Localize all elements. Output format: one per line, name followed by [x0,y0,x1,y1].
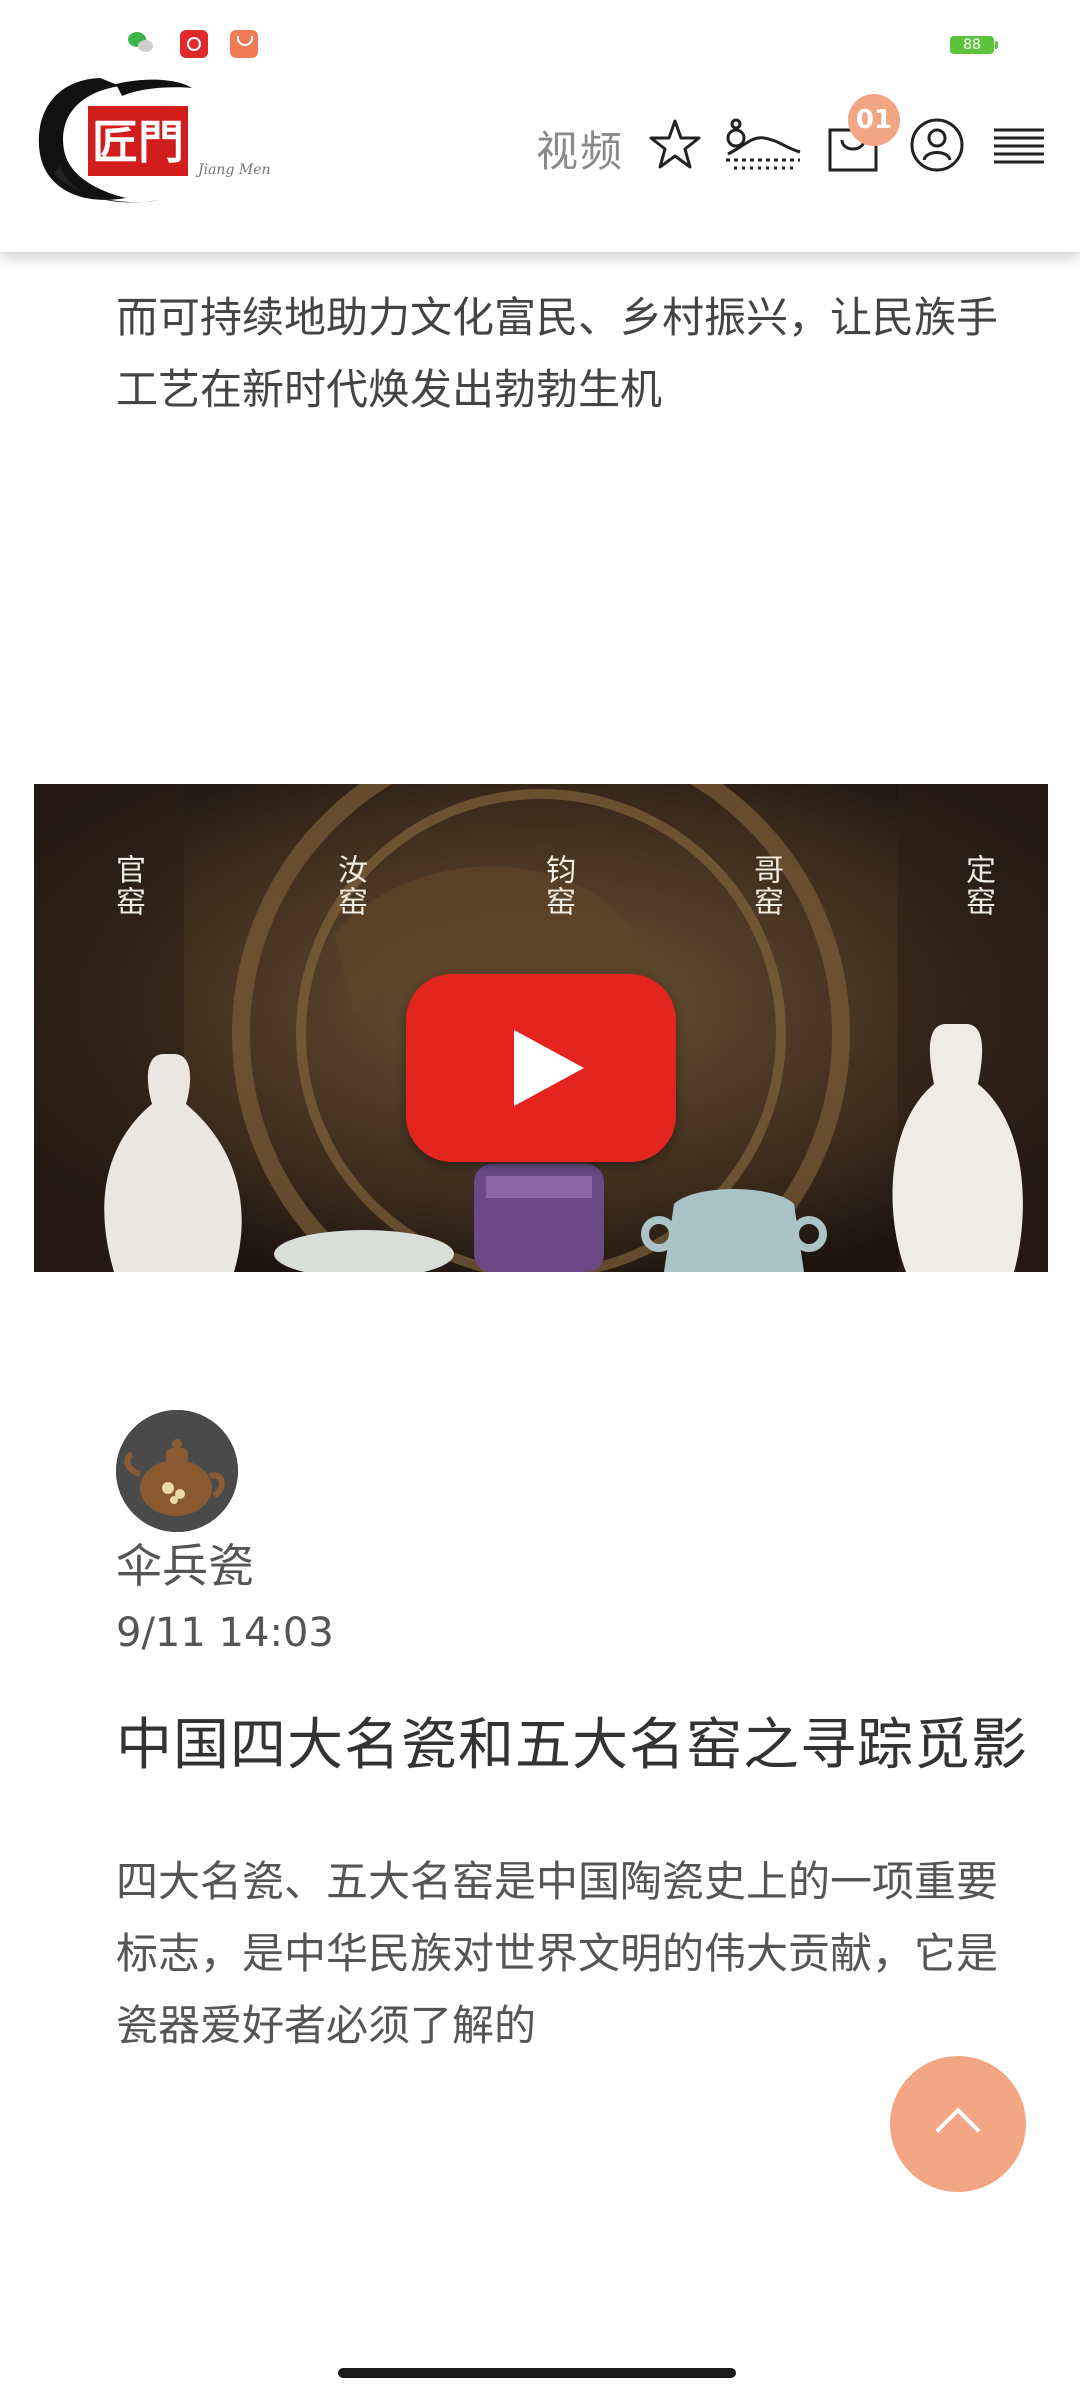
battery-indicator: 88 [950,36,998,54]
author-avatar[interactable] [116,1410,238,1532]
post-title[interactable]: 中国四大名瓷和五大名窑之寻踪觅影 [116,1700,1028,1781]
logo-text: 匠門 [92,115,184,169]
post-timestamp: 9/11 14:03 [116,1610,334,1656]
post-excerpt: 四大名瓷、五大名窑是中国陶瓷史上的一项重要 标志，是中华民族对世界文明的伟大贡献… [116,1846,1046,2062]
post-excerpt-line: 四大名瓷、五大名窑是中国陶瓷史上的一项重要 [116,1857,999,1906]
play-button[interactable] [406,974,676,1162]
previous-article-line: 工艺在新时代焕发出勃勃生机 [116,365,663,414]
post-excerpt-line: 瓷器爱好者必须了解的 [116,2001,537,2050]
star-icon[interactable] [646,116,704,174]
shopping-bag-icon [230,30,258,58]
status-bar: 88 [0,0,1080,72]
kiln-label: 汝窑 [332,854,367,918]
user-icon[interactable] [908,116,966,174]
netease-music-icon [180,30,208,58]
scenery-icon[interactable] [724,116,802,174]
kiln-label: 官窑 [110,854,145,918]
logo-subtext: Jiang Men [195,162,271,178]
kiln-label: 钧窑 [540,854,575,918]
logo-ink-icon: 匠門 Jiang Men [38,78,271,203]
nav-video-link[interactable]: 视频 [536,118,624,179]
teapot-avatar-icon [116,1410,238,1532]
kiln-label: 哥窑 [748,854,783,918]
back-to-top-button[interactable] [890,2056,1026,2192]
author-name[interactable]: 伞兵瓷 [116,1530,254,1596]
video-player[interactable]: 官窑 汝窑 钧窑 哥窑 定窑 [34,784,1048,1272]
home-indicator[interactable] [338,2368,736,2378]
previous-article-line: 而可持续地助力文化富民、乡村振兴，让民族手 [116,293,999,342]
cart-count-badge: 01 [848,94,900,146]
site-logo[interactable]: 匠門 Jiang Men [30,70,300,210]
kiln-label: 定窑 [960,854,995,918]
wechat-icon [128,30,156,58]
post-excerpt-line: 标志，是中华民族对世界文明的伟大贡献，它是 [116,1929,999,1978]
menu-icon[interactable] [990,116,1048,174]
